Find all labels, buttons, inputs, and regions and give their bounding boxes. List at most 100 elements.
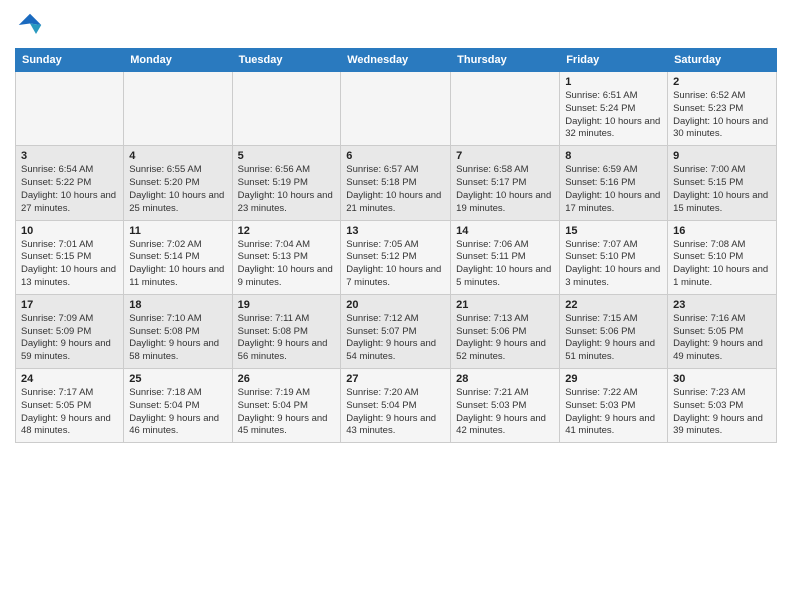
day-number: 21 xyxy=(456,299,554,311)
calendar-cell: 18 Sunrise: 7:10 AMSunset: 5:08 PMDayligh… xyxy=(124,294,232,368)
day-info: Sunrise: 7:08 AMSunset: 5:10 PMDaylight:… xyxy=(673,239,771,290)
day-number: 23 xyxy=(673,299,771,311)
weekday-header-sunday: Sunday xyxy=(16,49,124,72)
day-info: Sunrise: 7:06 AMSunset: 5:11 PMDaylight:… xyxy=(456,239,554,290)
day-number: 5 xyxy=(238,150,336,162)
day-number: 1 xyxy=(565,76,662,88)
day-number: 14 xyxy=(456,225,554,237)
weekday-header-saturday: Saturday xyxy=(668,49,777,72)
day-number: 7 xyxy=(456,150,554,162)
calendar-cell: 13Sunrise: 7:05 AMSunset: 5:12 PMDayligh… xyxy=(341,220,451,294)
calendar-cell xyxy=(451,72,560,146)
calendar-cell: 15 Sunrise: 7:07 AMSunset: 5:10 PMDayligh… xyxy=(560,220,668,294)
calendar-cell: 11 Sunrise: 7:02 AMSunset: 5:14 PMDayligh… xyxy=(124,220,232,294)
day-info: Sunrise: 7:23 AMSunset: 5:03 PMDaylight:… xyxy=(673,387,771,438)
day-number: 11 xyxy=(129,225,226,237)
weekday-header-row: SundayMondayTuesdayWednesdayThursdayFrid… xyxy=(16,49,777,72)
day-info: Sunrise: 6:57 AMSunset: 5:18 PMDaylight:… xyxy=(346,164,445,215)
calendar-cell: 30 Sunrise: 7:23 AMSunset: 5:03 PMDayligh… xyxy=(668,369,777,443)
day-info: Sunrise: 7:13 AMSunset: 5:06 PMDaylight:… xyxy=(456,313,554,364)
day-info: Sunrise: 7:01 AMSunset: 5:15 PMDaylight:… xyxy=(21,239,118,290)
day-number: 19 xyxy=(238,299,336,311)
day-number: 9 xyxy=(673,150,771,162)
calendar-cell: 19 Sunrise: 7:11 AMSunset: 5:08 PMDayligh… xyxy=(232,294,341,368)
day-info: Sunrise: 6:58 AMSunset: 5:17 PMDaylight:… xyxy=(456,164,554,215)
calendar-cell: 5Sunrise: 6:56 AMSunset: 5:19 PMDaylight… xyxy=(232,146,341,220)
day-number: 8 xyxy=(565,150,662,162)
calendar-cell: 27 Sunrise: 7:20 AMSunset: 5:04 PMDayligh… xyxy=(341,369,451,443)
day-number: 22 xyxy=(565,299,662,311)
weekday-header-friday: Friday xyxy=(560,49,668,72)
day-number: 18 xyxy=(129,299,226,311)
day-info: Sunrise: 7:07 AMSunset: 5:10 PMDaylight:… xyxy=(565,239,662,290)
day-number: 4 xyxy=(129,150,226,162)
day-number: 29 xyxy=(565,373,662,385)
day-number: 3 xyxy=(21,150,118,162)
calendar-cell xyxy=(232,72,341,146)
weekday-header-monday: Monday xyxy=(124,49,232,72)
day-info: Sunrise: 7:05 AMSunset: 5:12 PMDaylight:… xyxy=(346,239,445,290)
calendar-cell: 7 Sunrise: 6:58 AMSunset: 5:17 PMDaylight… xyxy=(451,146,560,220)
day-info: Sunrise: 7:21 AMSunset: 5:03 PMDaylight:… xyxy=(456,387,554,438)
day-info: Sunrise: 6:52 AMSunset: 5:23 PMDaylight:… xyxy=(673,90,771,141)
day-info: Sunrise: 7:20 AMSunset: 5:04 PMDaylight:… xyxy=(346,387,445,438)
day-info: Sunrise: 7:16 AMSunset: 5:05 PMDaylight:… xyxy=(673,313,771,364)
calendar-header: SundayMondayTuesdayWednesdayThursdayFrid… xyxy=(16,49,777,72)
calendar-cell: 8Sunrise: 6:59 AMSunset: 5:16 PMDaylight… xyxy=(560,146,668,220)
day-info: Sunrise: 7:09 AMSunset: 5:09 PMDaylight:… xyxy=(21,313,118,364)
calendar-cell: 28 Sunrise: 7:21 AMSunset: 5:03 PMDayligh… xyxy=(451,369,560,443)
day-number: 25 xyxy=(129,373,226,385)
calendar-cell xyxy=(16,72,124,146)
day-number: 17 xyxy=(21,299,118,311)
calendar-table: SundayMondayTuesdayWednesdayThursdayFrid… xyxy=(15,48,777,443)
calendar-week-row: 1Sunrise: 6:51 AMSunset: 5:24 PMDaylight… xyxy=(16,72,777,146)
logo-icon xyxy=(15,10,45,40)
day-info: Sunrise: 6:54 AMSunset: 5:22 PMDaylight:… xyxy=(21,164,118,215)
day-info: Sunrise: 7:22 AMSunset: 5:03 PMDaylight:… xyxy=(565,387,662,438)
calendar-cell: 17 Sunrise: 7:09 AMSunset: 5:09 PMDayligh… xyxy=(16,294,124,368)
day-number: 28 xyxy=(456,373,554,385)
calendar-week-row: 17 Sunrise: 7:09 AMSunset: 5:09 PMDayligh… xyxy=(16,294,777,368)
calendar-cell: 22Sunrise: 7:15 AMSunset: 5:06 PMDayligh… xyxy=(560,294,668,368)
day-number: 2 xyxy=(673,76,771,88)
day-number: 26 xyxy=(238,373,336,385)
calendar-cell: 14 Sunrise: 7:06 AMSunset: 5:11 PMDayligh… xyxy=(451,220,560,294)
day-info: Sunrise: 7:10 AMSunset: 5:08 PMDaylight:… xyxy=(129,313,226,364)
calendar-cell xyxy=(124,72,232,146)
day-info: Sunrise: 7:00 AMSunset: 5:15 PMDaylight:… xyxy=(673,164,771,215)
header xyxy=(15,10,777,40)
day-number: 16 xyxy=(673,225,771,237)
day-info: Sunrise: 7:19 AMSunset: 5:04 PMDaylight:… xyxy=(238,387,336,438)
calendar-cell xyxy=(341,72,451,146)
calendar-cell: 1Sunrise: 6:51 AMSunset: 5:24 PMDaylight… xyxy=(560,72,668,146)
weekday-header-tuesday: Tuesday xyxy=(232,49,341,72)
calendar-cell: 9 Sunrise: 7:00 AMSunset: 5:15 PMDaylight… xyxy=(668,146,777,220)
day-info: Sunrise: 7:04 AMSunset: 5:13 PMDaylight:… xyxy=(238,239,336,290)
day-number: 6 xyxy=(346,150,445,162)
logo xyxy=(15,10,49,40)
day-number: 10 xyxy=(21,225,118,237)
calendar-week-row: 3 Sunrise: 6:54 AMSunset: 5:22 PMDaylight… xyxy=(16,146,777,220)
calendar-week-row: 24 Sunrise: 7:17 AMSunset: 5:05 PMDayligh… xyxy=(16,369,777,443)
day-number: 24 xyxy=(21,373,118,385)
day-number: 27 xyxy=(346,373,445,385)
calendar-week-row: 10 Sunrise: 7:01 AMSunset: 5:15 PMDayligh… xyxy=(16,220,777,294)
weekday-header-wednesday: Wednesday xyxy=(341,49,451,72)
day-number: 15 xyxy=(565,225,662,237)
calendar-cell: 26 Sunrise: 7:19 AMSunset: 5:04 PMDayligh… xyxy=(232,369,341,443)
calendar-cell: 12 Sunrise: 7:04 AMSunset: 5:13 PMDayligh… xyxy=(232,220,341,294)
calendar-cell: 25 Sunrise: 7:18 AMSunset: 5:04 PMDayligh… xyxy=(124,369,232,443)
calendar-cell: 6 Sunrise: 6:57 AMSunset: 5:18 PMDaylight… xyxy=(341,146,451,220)
day-info: Sunrise: 7:17 AMSunset: 5:05 PMDaylight:… xyxy=(21,387,118,438)
day-info: Sunrise: 7:18 AMSunset: 5:04 PMDaylight:… xyxy=(129,387,226,438)
day-info: Sunrise: 7:11 AMSunset: 5:08 PMDaylight:… xyxy=(238,313,336,364)
day-number: 30 xyxy=(673,373,771,385)
day-number: 20 xyxy=(346,299,445,311)
calendar-cell: 3 Sunrise: 6:54 AMSunset: 5:22 PMDaylight… xyxy=(16,146,124,220)
calendar-body: 1Sunrise: 6:51 AMSunset: 5:24 PMDaylight… xyxy=(16,72,777,443)
day-number: 12 xyxy=(238,225,336,237)
calendar-cell: 16 Sunrise: 7:08 AMSunset: 5:10 PMDayligh… xyxy=(668,220,777,294)
day-info: Sunrise: 7:02 AMSunset: 5:14 PMDaylight:… xyxy=(129,239,226,290)
calendar-cell: 2 Sunrise: 6:52 AMSunset: 5:23 PMDaylight… xyxy=(668,72,777,146)
calendar-cell: 20Sunrise: 7:12 AMSunset: 5:07 PMDayligh… xyxy=(341,294,451,368)
